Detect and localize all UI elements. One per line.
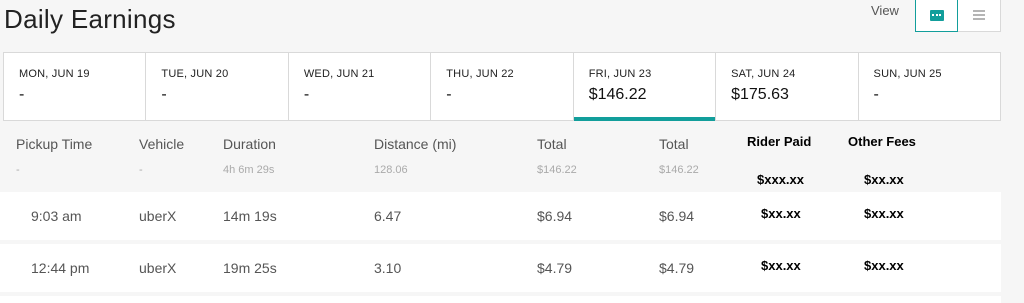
trip-duration: 14m 19s bbox=[223, 208, 277, 224]
day-tab-mon[interactable]: MON, JUN 19 - bbox=[4, 53, 147, 120]
column-header-distance: Distance (mi) bbox=[374, 136, 457, 152]
summary-total-2: $146.22 bbox=[659, 164, 699, 176]
day-earnings: - bbox=[161, 86, 167, 103]
table-row[interactable] bbox=[0, 296, 1001, 303]
day-earnings: - bbox=[446, 86, 452, 103]
trip-duration: 19m 25s bbox=[223, 260, 277, 276]
day-tab-sun[interactable]: SUN, JUN 25 - bbox=[859, 53, 1000, 120]
summary-pickup: - bbox=[16, 164, 20, 176]
column-header-other-fees: Other Fees bbox=[848, 134, 916, 149]
table-row[interactable]: 12:44 pm uberX 19m 25s 3.10 $4.79 $4.79 … bbox=[0, 244, 1001, 292]
day-tab-thu[interactable]: THU, JUN 22 - bbox=[431, 53, 574, 120]
trip-pickup-time: 9:03 am bbox=[31, 208, 82, 224]
day-earnings: $175.63 bbox=[731, 86, 789, 103]
list-view-icon bbox=[973, 10, 985, 20]
column-header-vehicle: Vehicle bbox=[139, 136, 185, 152]
column-header-duration: Duration bbox=[223, 136, 276, 152]
trip-rider-paid: $xx.xx bbox=[761, 206, 801, 221]
column-header-pickup: Pickup Time bbox=[16, 136, 93, 152]
column-header-total: Total bbox=[537, 136, 567, 152]
day-tab-fri[interactable]: FRI, JUN 23 $146.22 bbox=[573, 53, 717, 121]
day-selector: MON, JUN 19 - TUE, JUN 20 - WED, JUN 21 … bbox=[3, 52, 1001, 121]
trip-total-2: $6.94 bbox=[659, 208, 695, 224]
card-view-button[interactable] bbox=[915, 0, 958, 32]
trip-vehicle: uberX bbox=[139, 260, 177, 276]
table-row[interactable]: 9:03 am uberX 14m 19s 6.47 $6.94 $6.94 $… bbox=[0, 192, 1001, 240]
summary-other-fees: $xx.xx bbox=[864, 172, 904, 187]
summary-vehicle: - bbox=[139, 164, 143, 176]
column-header-total-2: Total bbox=[659, 136, 689, 152]
trip-total-2: $4.79 bbox=[659, 260, 695, 276]
day-name: SAT, JUN 24 bbox=[731, 68, 796, 80]
summary-distance: 128.06 bbox=[374, 164, 408, 176]
trip-total: $6.94 bbox=[537, 208, 573, 224]
summary-total: $146.22 bbox=[537, 164, 577, 176]
view-label: View bbox=[871, 3, 899, 18]
trip-vehicle: uberX bbox=[139, 208, 177, 224]
trip-rider-paid: $xx.xx bbox=[761, 258, 801, 273]
day-tab-sat[interactable]: SAT, JUN 24 $175.63 bbox=[716, 53, 859, 120]
day-earnings: $146.22 bbox=[588, 86, 647, 103]
day-name: MON, JUN 19 bbox=[19, 68, 90, 80]
day-name: THU, JUN 22 bbox=[446, 68, 514, 80]
summary-rider-paid: $xxx.xx bbox=[757, 172, 804, 187]
day-name: WED, JUN 21 bbox=[303, 68, 375, 80]
day-name: SUN, JUN 25 bbox=[873, 68, 942, 80]
card-view-icon bbox=[929, 9, 944, 21]
column-header-rider-paid: Rider Paid bbox=[747, 134, 812, 149]
day-earnings: - bbox=[873, 86, 879, 103]
day-name: FRI, JUN 23 bbox=[588, 68, 652, 80]
trip-other-fees: $xx.xx bbox=[864, 206, 904, 221]
list-view-button[interactable] bbox=[958, 0, 1001, 32]
day-tab-tue[interactable]: TUE, JUN 20 - bbox=[146, 53, 289, 120]
day-earnings: - bbox=[19, 86, 25, 103]
summary-duration: 4h 6m 29s bbox=[223, 164, 275, 176]
trip-other-fees: $xx.xx bbox=[864, 258, 904, 273]
day-tab-wed[interactable]: WED, JUN 21 - bbox=[289, 53, 432, 120]
day-earnings: - bbox=[303, 86, 310, 103]
day-name: TUE, JUN 20 bbox=[161, 68, 229, 80]
trip-total: $4.79 bbox=[537, 260, 573, 276]
view-toggle bbox=[915, 0, 1001, 32]
trip-distance: 6.47 bbox=[374, 208, 402, 224]
trip-pickup-time: 12:44 pm bbox=[31, 260, 90, 276]
trip-distance: 3.10 bbox=[374, 260, 402, 276]
page-title: Daily Earnings bbox=[4, 4, 176, 34]
